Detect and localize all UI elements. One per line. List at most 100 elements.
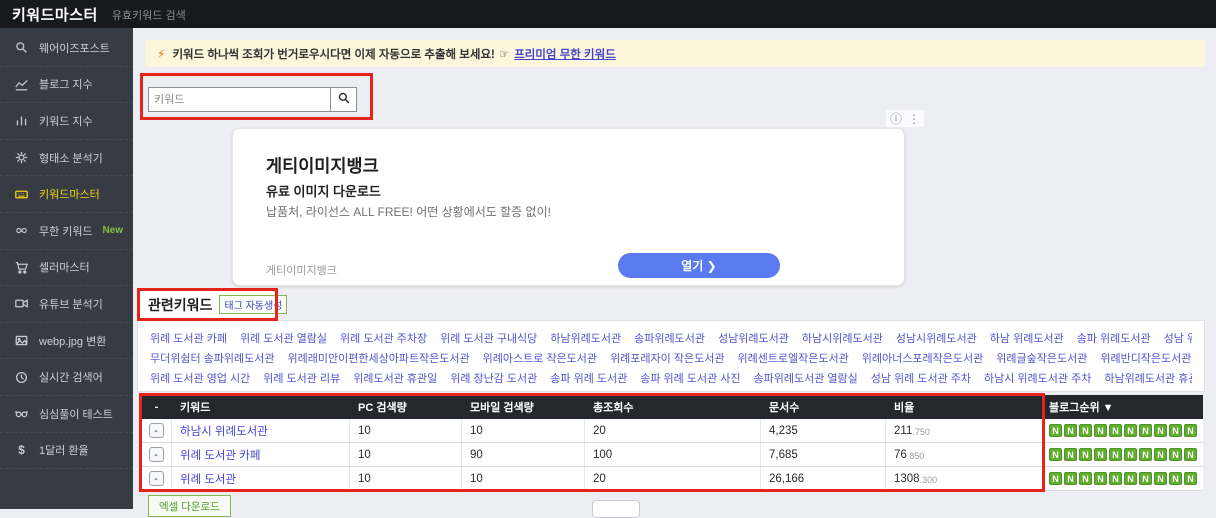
keyword-cell: 위례 도서관 카페 xyxy=(172,443,350,466)
sidebar-item-youtube[interactable]: 유튜브 분석기 xyxy=(0,286,133,323)
naver-blog-badge: N xyxy=(1169,448,1182,461)
column-header-3[interactable]: 모바일 검색량 xyxy=(462,395,585,419)
related-keyword-link[interactable]: 위례도서관 휴관일 xyxy=(353,369,437,389)
related-keyword-link[interactable]: 위례 도서관 카페 xyxy=(150,329,227,349)
column-header-0[interactable]: - xyxy=(141,395,172,419)
infinity-icon xyxy=(14,223,29,238)
keyword-link[interactable]: 하남시 위례도서관 xyxy=(180,423,268,439)
excel-download-button[interactable]: 엑셀 다운로드 xyxy=(148,495,231,517)
sidebar-item-keyword-master[interactable]: 키워드마스터 xyxy=(0,176,133,213)
related-keyword-link[interactable]: 위례아너스포레작은도서관 xyxy=(862,349,983,369)
table-row: -하남시 위례도서관1010204,235211.750NNNNNNNNNN xyxy=(141,419,1203,443)
sidebar-item-realtime[interactable]: 실시간 검색어 xyxy=(0,359,133,396)
related-keyword-link[interactable]: 위례 도서관 열람실 xyxy=(240,329,327,349)
naver-blog-badge: N xyxy=(1169,424,1182,437)
related-keyword-link[interactable]: 하남시위례도서관 xyxy=(802,329,883,349)
table-row: -위례 도서관 카페10901007,68576.850NNNNNNNNNN xyxy=(141,443,1203,467)
table-header-row: -키워드PC 검색량모바일 검색량총조회수문서수비율블로그순위 ▼ xyxy=(141,395,1203,419)
row-toggle-cell: - xyxy=(141,419,172,442)
related-keyword-link[interactable]: 하남위례도서관 휴관일 xyxy=(1104,369,1192,389)
related-keyword-link[interactable]: 무더위쉼터 송파위례도서관 xyxy=(150,349,275,369)
related-keyword-link[interactable]: 송파 위례 도서관 사진 xyxy=(640,369,740,389)
keyboard-icon xyxy=(14,187,29,202)
sidebar-item-infinite-keyword[interactable]: 무한 키워드New xyxy=(0,213,133,250)
naver-blog-badge: N xyxy=(1139,424,1152,437)
related-keyword-link[interactable]: 송파위례도서관 xyxy=(634,329,705,349)
related-keyword-link[interactable]: 위례아스트로 작은도서관 xyxy=(483,349,597,369)
collapse-button[interactable]: - xyxy=(149,423,164,438)
tag-line: 위례 도서관 카페 위례 도서관 열람실 위례 도서관 주차장 위례 도서관 구내식당… xyxy=(150,329,1192,349)
blog-rank-cell: NNNNNNNNNN xyxy=(1043,467,1203,490)
total-cell: 100 xyxy=(585,443,761,466)
related-keyword-link[interactable]: 위례글숲작은도서관 xyxy=(996,349,1087,369)
new-badge: New xyxy=(102,225,123,236)
column-header-7[interactable]: 블로그순위 ▼ xyxy=(1043,395,1203,419)
sidebar-item-whereispost[interactable]: 웨어이즈포스트 xyxy=(0,30,133,67)
ad-info-icon[interactable]: ⓘ xyxy=(890,110,902,127)
naver-blog-badge: N xyxy=(1049,448,1062,461)
clock-icon xyxy=(14,370,29,385)
pc-cell: 10 xyxy=(350,419,462,442)
related-keyword-link[interactable]: 위례래미안이편한세상아파트작은도서관 xyxy=(288,349,470,369)
sidebar-item-fun-test[interactable]: 심심풀이 테스트 xyxy=(0,396,133,433)
sidebar-item-dollar-rate[interactable]: $1달러 환율 xyxy=(0,433,133,470)
naver-blog-badge: N xyxy=(1184,424,1197,437)
related-keyword-link[interactable]: 성남 위례도서관 xyxy=(1164,329,1192,349)
search-icon xyxy=(338,92,350,107)
column-header-6[interactable]: 비율 xyxy=(886,395,1043,419)
naver-blog-badge: N xyxy=(1154,424,1167,437)
related-keyword-link[interactable]: 위례 장난감 도서관 xyxy=(450,369,537,389)
naver-blog-badge: N xyxy=(1079,424,1092,437)
related-keyword-link[interactable]: 위례포레자이 작은도서관 xyxy=(610,349,724,369)
sidebar-item-seller-master[interactable]: 셀러마스터 xyxy=(0,250,133,287)
related-keyword-link[interactable]: 하남 위례도서관 xyxy=(990,329,1064,349)
naver-blog-badge: N xyxy=(1094,472,1107,485)
video-icon xyxy=(14,296,29,311)
related-keyword-link[interactable]: 송파위례도서관 열람실 xyxy=(754,369,858,389)
more-button[interactable] xyxy=(592,500,640,518)
ratio-cell: 1308.300 xyxy=(886,467,1043,490)
related-keyword-link[interactable]: 송파 위례 도서관 xyxy=(550,369,627,389)
keyword-search-input[interactable] xyxy=(148,87,330,112)
mobile-cell: 10 xyxy=(462,419,585,442)
related-keyword-link[interactable]: 위례센트로엘작은도서관 xyxy=(737,349,848,369)
collapse-button[interactable]: - xyxy=(149,471,164,486)
related-keyword-link[interactable]: 위례 도서관 영업 시간 xyxy=(150,369,250,389)
related-keyword-link[interactable]: 위례 도서관 리뷰 xyxy=(263,369,340,389)
naver-blog-badge: N xyxy=(1094,424,1107,437)
naver-blog-badge: N xyxy=(1124,424,1137,437)
related-keyword-link[interactable]: 위례 도서관 구내식당 xyxy=(440,329,537,349)
ad-card: 게티이미지뱅크 유료 이미지 다운로드 납품처, 라이선스 ALL FREE! … xyxy=(232,128,905,286)
premium-keyword-link[interactable]: 프리미엄 무한 키워드 xyxy=(514,46,616,62)
ad-open-button[interactable]: 열기 ❯ xyxy=(618,253,780,278)
related-keyword-link[interactable]: 하남위례도서관 xyxy=(550,329,621,349)
column-header-4[interactable]: 총조회수 xyxy=(585,395,761,419)
column-header-1[interactable]: 키워드 xyxy=(172,395,350,419)
related-keyword-link[interactable]: 성남 위례 도서관 주차 xyxy=(871,369,971,389)
sidebar-item-blog-index[interactable]: 블로그 지수 xyxy=(0,67,133,104)
related-keyword-link[interactable]: 위례반디작은도서관 xyxy=(1100,349,1191,369)
gear-icon xyxy=(14,150,29,165)
column-header-5[interactable]: 문서수 xyxy=(761,395,886,419)
related-keyword-link[interactable]: 하남시 위례도서관 주차 xyxy=(984,369,1091,389)
related-keyword-link[interactable]: 송파 위례도서관 xyxy=(1077,329,1151,349)
keyword-link[interactable]: 위례 도서관 xyxy=(180,471,236,487)
related-keyword-link[interactable]: 성남시위례도서관 xyxy=(896,329,977,349)
sidebar-item-label: 실시간 검색어 xyxy=(39,369,103,385)
ad-menu-icon[interactable]: ⋮ xyxy=(908,112,920,126)
related-keyword-link[interactable]: 성남위례도서관 xyxy=(718,329,789,349)
column-header-2[interactable]: PC 검색량 xyxy=(350,395,462,419)
sidebar-item-keyword-index[interactable]: 키워드 지수 xyxy=(0,103,133,140)
pointing-hand-icon: ☞ xyxy=(499,47,509,61)
top-bar: 키워드마스터 유효키워드 검색 xyxy=(0,0,1216,28)
collapse-button[interactable]: - xyxy=(149,447,164,462)
related-keyword-link[interactable]: 위례 도서관 주차장 xyxy=(340,329,427,349)
search-button[interactable] xyxy=(330,87,357,112)
naver-blog-badge: N xyxy=(1079,472,1092,485)
auto-tag-badge: 태그 자동생성 xyxy=(219,295,287,314)
naver-blog-badge: N xyxy=(1049,472,1062,485)
sidebar-item-morpheme[interactable]: 형태소 분석기 xyxy=(0,140,133,177)
keyword-link[interactable]: 위례 도서관 카페 xyxy=(180,447,260,463)
sidebar-item-webp-jpg[interactable]: webp.jpg 변환 xyxy=(0,323,133,360)
naver-blog-badge: N xyxy=(1184,448,1197,461)
